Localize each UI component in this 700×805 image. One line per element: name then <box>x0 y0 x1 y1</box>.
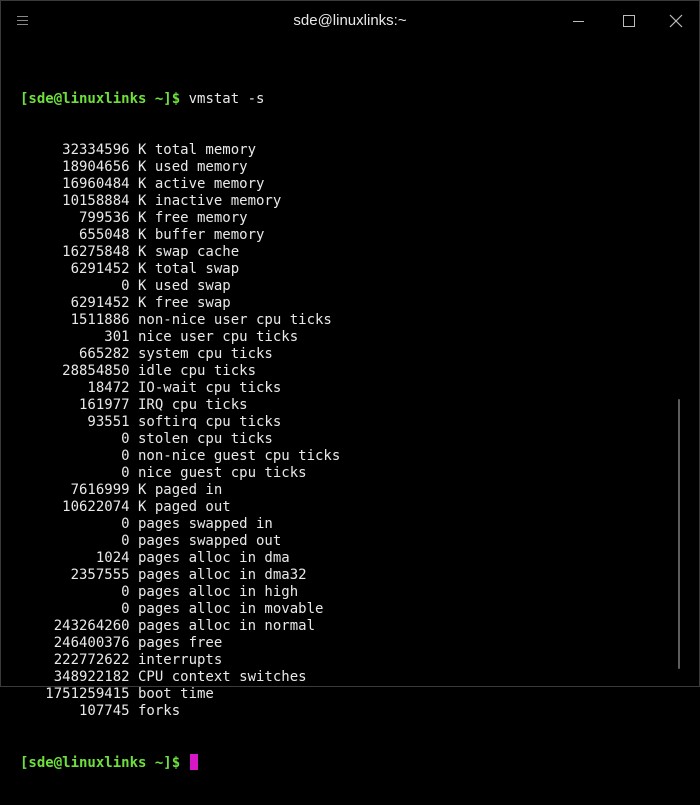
terminal-window: sde@linuxlinks:~ [sde@linuxlinks ~]$ vms… <box>0 0 700 771</box>
output-line: 243264260 pages alloc in normal <box>20 618 316 634</box>
output-line: 107745 forks <box>20 703 181 719</box>
output-line: 1751259415 boot time <box>20 686 214 702</box>
maximize-icon[interactable] <box>618 11 640 33</box>
terminal-output[interactable]: [sde@linuxlinks ~]$ vmstat -s 32334596 K… <box>20 57 670 805</box>
shell-prompt: [sde@linuxlinks ~]$ <box>20 91 181 107</box>
output-line: 0 non-nice guest cpu ticks <box>20 448 341 464</box>
output-line: 10622074 K paged out <box>20 499 231 515</box>
output-line: 655048 K buffer memory <box>20 227 265 243</box>
title-bar[interactable]: sde@linuxlinks:~ <box>1 1 699 41</box>
scrollbar[interactable] <box>678 399 680 669</box>
output-line: 6291452 K free swap <box>20 295 231 311</box>
output-line: 665282 system cpu ticks <box>20 346 273 362</box>
output-line: 16960484 K active memory <box>20 176 265 192</box>
output-line: 18472 IO-wait cpu ticks <box>20 380 282 396</box>
text-cursor <box>189 754 198 770</box>
output-line: 32334596 K total memory <box>20 142 257 158</box>
command-line: [sde@linuxlinks ~]$ vmstat -s <box>20 91 670 108</box>
output-line: 6291452 K total swap <box>20 261 240 277</box>
shell-prompt: [sde@linuxlinks ~]$ <box>20 755 181 771</box>
output-line: 246400376 pages free <box>20 635 223 651</box>
output-line: 799536 K free memory <box>20 210 248 226</box>
current-prompt-line: [sde@linuxlinks ~]$ <box>20 754 670 771</box>
output-line: 348922182 CPU context switches <box>20 669 307 685</box>
output-line: 0 pages alloc in movable <box>20 601 324 617</box>
output-line: 0 pages swapped in <box>20 516 273 532</box>
vmstat-output: 32334596 K total memory 18904656 K used … <box>20 142 670 720</box>
window-title: sde@linuxlinks:~ <box>293 12 407 29</box>
output-line: 18904656 K used memory <box>20 159 248 175</box>
output-line: 0 nice guest cpu ticks <box>20 465 307 481</box>
output-line: 10158884 K inactive memory <box>20 193 282 209</box>
output-line: 28854850 idle cpu ticks <box>20 363 257 379</box>
output-line: 0 stolen cpu ticks <box>20 431 273 447</box>
output-line: 0 pages swapped out <box>20 533 282 549</box>
output-line: 2357555 pages alloc in dma32 <box>20 567 307 583</box>
output-line: 0 pages alloc in high <box>20 584 299 600</box>
output-line: 1024 pages alloc in dma <box>20 550 290 566</box>
minimize-icon[interactable] <box>567 11 589 33</box>
output-line: 16275848 K swap cache <box>20 244 240 260</box>
output-line: 7616999 K paged in <box>20 482 223 498</box>
output-line: 222772622 interrupts <box>20 652 223 668</box>
command-text: vmstat -s <box>180 91 265 107</box>
output-line: 301 nice user cpu ticks <box>20 329 299 345</box>
output-line: 0 K used swap <box>20 278 231 294</box>
output-line: 161977 IRQ cpu ticks <box>20 397 248 413</box>
output-line: 1511886 non-nice user cpu ticks <box>20 312 332 328</box>
close-icon[interactable] <box>665 11 687 33</box>
output-line: 93551 softirq cpu ticks <box>20 414 282 430</box>
